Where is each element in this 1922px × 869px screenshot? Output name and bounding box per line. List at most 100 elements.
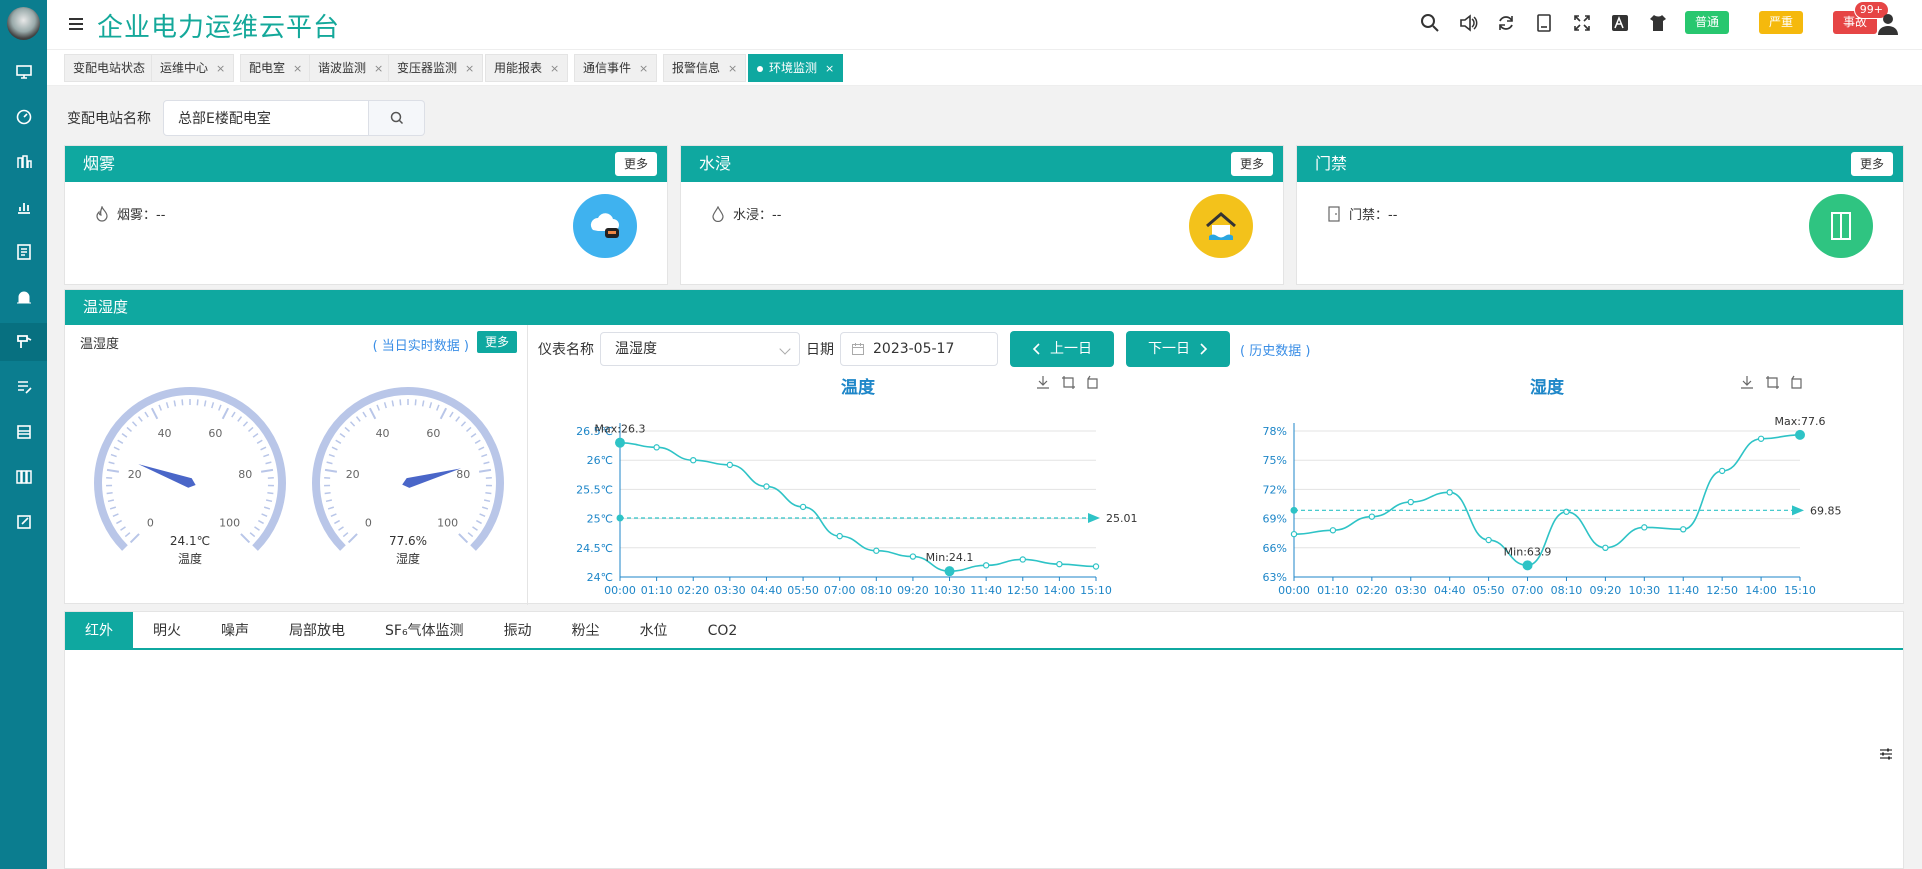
sensor-tab-0[interactable]: 红外 (65, 612, 133, 648)
grid-icon[interactable] (7, 460, 40, 493)
close-icon[interactable]: × (639, 62, 648, 75)
note-edit-icon[interactable] (7, 505, 40, 538)
y-tick-label: 72% (1263, 483, 1287, 496)
refresh-icon[interactable] (1495, 12, 1517, 34)
gauge-tick (324, 492, 331, 495)
gauge-tick (231, 411, 236, 418)
next-day-button[interactable]: 下一日 (1126, 331, 1230, 367)
search-icon[interactable] (1419, 12, 1441, 34)
smoke-detector-icon (573, 194, 637, 258)
sensor-tab-4[interactable]: SF₆气体监测 (365, 612, 484, 648)
gauge-tick (339, 433, 346, 438)
settings-sliders-icon[interactable] (1879, 747, 1893, 761)
font-size-icon[interactable] (1609, 12, 1631, 34)
x-tick-label: 15:10 (1080, 584, 1112, 597)
tab-3[interactable]: 谐波监测 × (309, 54, 393, 82)
download-icon[interactable] (1741, 376, 1753, 389)
environment-icon[interactable] (0, 323, 47, 361)
close-icon[interactable]: × (728, 62, 737, 75)
theme-icon[interactable] (1647, 12, 1669, 34)
gauge-tick (196, 399, 199, 406)
door-small-icon (1328, 205, 1340, 222)
gauge-tick (324, 468, 338, 473)
monitor-icon[interactable] (7, 55, 40, 88)
alarm-icon[interactable] (7, 280, 40, 313)
zoom-icon[interactable] (1766, 376, 1779, 389)
volume-icon[interactable] (1457, 12, 1479, 34)
close-icon[interactable]: × (216, 62, 225, 75)
data-point (1602, 544, 1609, 551)
sensor-tab-6[interactable]: 粉尘 (552, 612, 620, 648)
water-more-button[interactable]: 更多 (1230, 152, 1273, 176)
date-picker[interactable]: 2023-05-17 (840, 332, 998, 366)
tab-label: 运维中心 (160, 61, 209, 75)
book-icon[interactable] (1533, 12, 1555, 34)
tab-6[interactable]: 通信事件 × (574, 54, 658, 82)
tab-1[interactable]: 运维中心 × (151, 54, 235, 82)
zoom-icon[interactable] (1062, 376, 1075, 389)
tab-5[interactable]: 用能报表 × (485, 54, 569, 82)
normal-alarm-badge[interactable]: 普通 (1684, 11, 1729, 34)
tab-8[interactable]: 环境监测 × (748, 54, 844, 82)
gauge-tick (449, 411, 454, 418)
sensor-tab-3[interactable]: 局部放电 (269, 612, 365, 648)
edit-list-icon[interactable] (7, 370, 40, 403)
station-input[interactable] (163, 100, 369, 136)
close-icon[interactable]: × (293, 62, 302, 75)
serious-alarm-badge[interactable]: 严重 (1758, 11, 1803, 34)
download-icon[interactable] (1037, 376, 1049, 389)
smoke-more-button[interactable]: 更多 (614, 152, 657, 176)
dashboard-icon[interactable] (7, 100, 40, 133)
gauge-tick (344, 426, 350, 432)
close-icon[interactable]: × (825, 62, 834, 75)
gauge-tick (109, 506, 117, 510)
tab-label: 谐波监测 (318, 61, 367, 75)
gauge-tick (144, 411, 149, 418)
x-tick-label: 04:40 (751, 584, 783, 597)
tab-4[interactable]: 变压器监测 × (388, 54, 484, 82)
gauge-tick (110, 453, 117, 458)
gauge-tick (108, 461, 115, 465)
x-tick-label: 07:00 (824, 584, 856, 597)
document-icon[interactable] (7, 235, 40, 268)
sensor-tab-2[interactable]: 噪声 (201, 612, 269, 648)
history-data-link[interactable]: ( 历史数据 ) (1240, 340, 1310, 359)
sensor-tab-1[interactable]: 明火 (133, 612, 201, 648)
humidity-gauge: 0 20 40 60 80 100 77.6% 湿度 (312, 387, 504, 566)
gauge-section-title: 温湿度 (80, 337, 120, 352)
menu-toggle-icon[interactable] (67, 15, 85, 33)
search-button[interactable] (369, 100, 425, 136)
gauge-tick (248, 426, 254, 432)
restore-icon[interactable] (1087, 375, 1098, 389)
close-icon[interactable]: × (550, 62, 559, 75)
tab-7[interactable]: 报警信息 × (663, 54, 747, 82)
tab-0[interactable]: 变配电站状态 (64, 54, 155, 82)
storage-icon[interactable] (7, 415, 40, 448)
bar-chart-icon[interactable] (7, 190, 40, 223)
realtime-data-link[interactable]: ( 当日实时数据 ) (373, 335, 469, 354)
prev-day-button[interactable]: 上一日 (1010, 331, 1114, 367)
sensor-tab-5[interactable]: 振动 (484, 612, 552, 648)
restore-icon[interactable] (1791, 375, 1802, 389)
data-point (1368, 513, 1376, 520)
gauge-more-button[interactable]: 更多 (476, 331, 517, 353)
sensor-tab-7[interactable]: 水位 (620, 612, 688, 648)
meter-select[interactable]: 温湿度 (600, 332, 800, 366)
fullscreen-icon[interactable] (1571, 12, 1593, 34)
report-icon[interactable] (7, 145, 40, 178)
gauge-tick (334, 519, 341, 525)
accident-alarm-badge[interactable]: 事故 99+ (1832, 1, 1889, 34)
user-avatar-icon[interactable] (1876, 12, 1900, 36)
close-icon[interactable]: × (465, 62, 474, 75)
tab-2[interactable]: 配电室 × (240, 54, 312, 82)
y-tick-label: 75% (1263, 454, 1287, 467)
avg-label: 25.01 (1106, 512, 1138, 525)
access-door-icon (1809, 194, 1873, 258)
close-icon[interactable]: × (374, 62, 383, 75)
sensor-tab-8[interactable]: CO2 (688, 612, 758, 648)
x-tick-label: 00:00 (604, 584, 636, 597)
x-tick-label: 10:30 (934, 584, 966, 597)
door-more-button[interactable]: 更多 (1850, 152, 1893, 176)
gauge-tick-label: 60 (208, 427, 222, 440)
date-label: 日期 (806, 342, 834, 358)
